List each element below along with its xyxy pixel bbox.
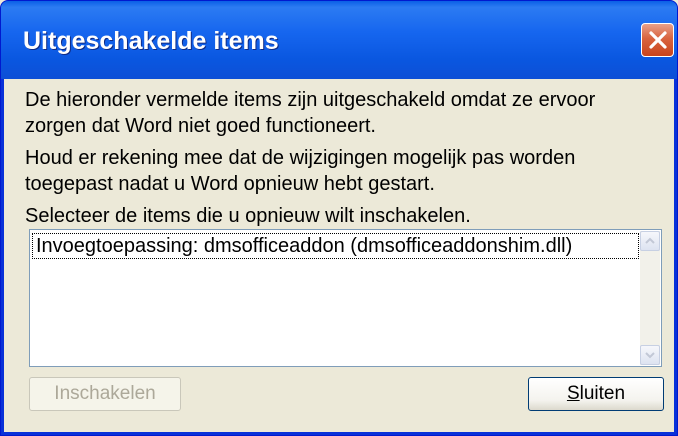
- close-dialog-button[interactable]: Sluiten: [528, 377, 664, 411]
- enable-button[interactable]: Inschakelen: [29, 377, 181, 411]
- close-button[interactable]: [641, 23, 674, 57]
- message-line-3: Houd er rekening mee dat de wijzigingen …: [25, 147, 576, 169]
- dialog-body: De hieronder vermelde items zijn uitgesc…: [4, 79, 674, 432]
- message-line-4: toegepast nadat u Word opnieuw hebt gest…: [25, 173, 435, 195]
- close-button-label: luiten: [579, 383, 626, 404]
- disabled-items-list[interactable]: Invoegtoepassing: dmsofficeaddon (dmsoff…: [29, 229, 662, 367]
- title-bar[interactable]: Uitgeschakelde items: [1, 1, 677, 79]
- vertical-scrollbar[interactable]: [640, 231, 660, 365]
- message-line-1: De hieronder vermelde items zijn uitgesc…: [25, 89, 596, 111]
- scroll-up-button[interactable]: [640, 231, 660, 251]
- message-line-5: Selecteer de items die u opnieuw wilt in…: [25, 205, 471, 227]
- scroll-down-button[interactable]: [640, 345, 660, 365]
- dialog-title: Uitgeschakelde items: [23, 27, 279, 55]
- list-item[interactable]: Invoegtoepassing: dmsofficeaddon (dmsoff…: [32, 233, 639, 259]
- close-button-mnemonic: S: [566, 383, 580, 404]
- dialog-window: Uitgeschakelde items De hieronder vermel…: [0, 0, 678, 436]
- message-line-2: zorgen dat Word niet goed functioneert.: [25, 115, 376, 137]
